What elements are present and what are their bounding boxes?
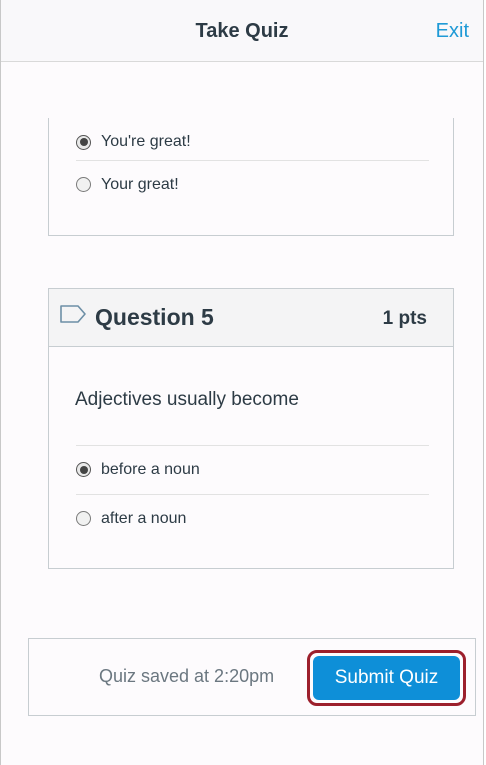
answer-label: before a noun <box>101 460 200 478</box>
answer-label: You're great! <box>101 133 191 150</box>
flag-outline-icon[interactable] <box>59 304 87 324</box>
answer-option[interactable]: Your great! <box>76 160 429 208</box>
quiz-footer: Quiz saved at 2:20pm Submit Quiz <box>28 638 476 716</box>
question-card: Question 5 1 pts Adjectives usually beco… <box>48 288 454 569</box>
submit-quiz-button[interactable]: Submit Quiz <box>313 656 460 700</box>
save-status: Quiz saved at 2:20pm <box>99 666 275 686</box>
radio-unselected-icon[interactable] <box>76 177 91 192</box>
page-title: Take Quiz <box>195 20 289 42</box>
answer-option[interactable]: You're great! <box>76 118 429 166</box>
radio-selected-icon[interactable] <box>76 134 91 150</box>
radio-unselected-icon[interactable] <box>76 511 91 526</box>
exit-button[interactable]: Exit <box>436 20 469 43</box>
navigation-bar: Take Quiz Exit <box>1 0 483 62</box>
radio-selected-icon[interactable] <box>76 462 91 477</box>
question-card-previous: You're great! Your great! <box>48 118 454 236</box>
question-title: Question 5 <box>95 304 214 330</box>
answer-label: Your great! <box>101 175 179 193</box>
question-points: 1 pts <box>382 308 427 329</box>
answer-option[interactable]: before a noun <box>76 445 429 493</box>
submit-highlight: Submit Quiz <box>307 650 466 706</box>
quiz-screen: Take Quiz Exit You're great! Your great!… <box>0 0 484 765</box>
question-header: Question 5 1 pts <box>49 289 453 347</box>
answer-option[interactable]: after a noun <box>76 494 429 542</box>
answer-label: after a noun <box>101 509 187 527</box>
question-text: Adjectives usually become <box>75 389 299 410</box>
